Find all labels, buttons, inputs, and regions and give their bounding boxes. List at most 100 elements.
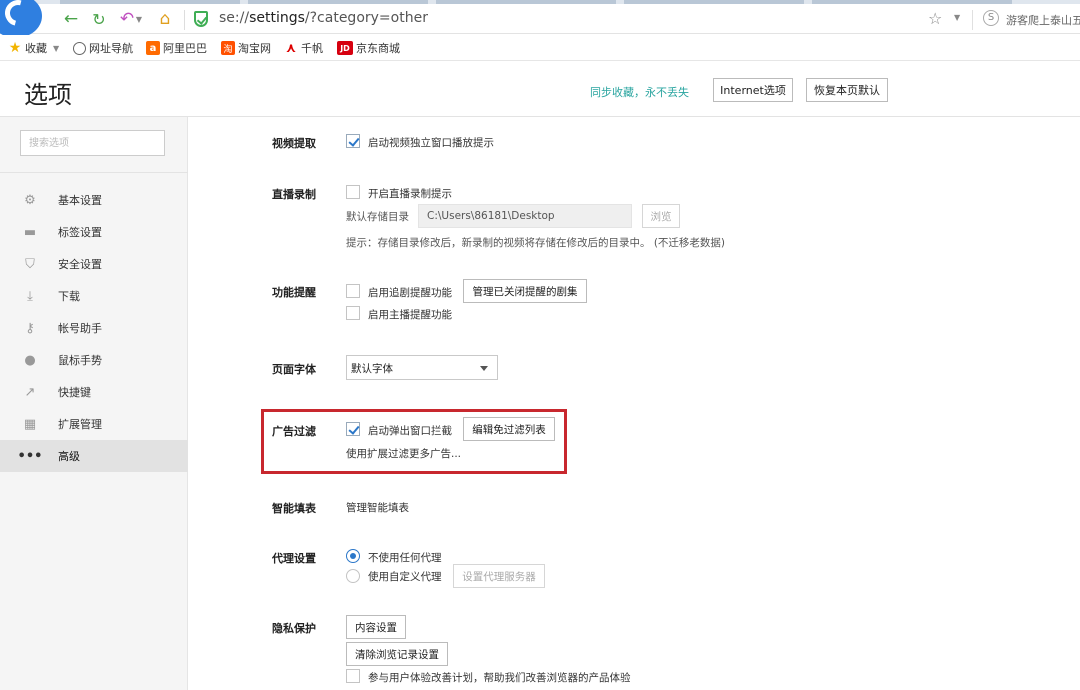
font-select-value: 默认字体 — [351, 363, 393, 375]
restore-defaults-button[interactable]: 恢复本页默认 — [806, 78, 888, 102]
sidebar-item-label: 基本设置 — [58, 194, 102, 207]
sidebar-item-label: 标签设置 — [58, 226, 102, 239]
extensions-icon: ▦ — [23, 416, 37, 432]
content-settings-button[interactable]: 内容设置 — [346, 615, 406, 639]
bookmark-item[interactable]: a 阿里巴巴 — [146, 40, 207, 56]
drama-reminder-label[interactable]: 启用追剧提醒功能 — [368, 285, 452, 300]
back-arrow-icon[interactable]: ← — [60, 8, 82, 30]
taobao-icon: 淘 — [221, 41, 235, 55]
bookmark-item[interactable]: ⋏ 千帆 — [284, 40, 323, 56]
chevron-down-icon — [480, 366, 488, 371]
browser-logo-icon[interactable] — [0, 0, 42, 38]
font-select[interactable]: 默认字体 — [346, 355, 498, 380]
divider — [184, 10, 185, 30]
address-bar[interactable]: se://settings/?category=other — [219, 10, 428, 26]
no-proxy-radio[interactable] — [346, 549, 360, 563]
sidebar-item-download[interactable]: ⤓ 下载 — [0, 280, 188, 312]
custom-proxy-radio[interactable] — [346, 569, 360, 583]
streamer-reminder-checkbox[interactable] — [346, 306, 360, 320]
sidebar-item-label: 鼠标手势 — [58, 354, 102, 367]
bookmark-label: 网址导航 — [89, 42, 133, 55]
sidebar-item-advanced[interactable]: ••• 高级 — [0, 440, 188, 472]
bookmark-label: 淘宝网 — [238, 42, 271, 55]
sidebar-item-label: 快捷键 — [58, 386, 91, 399]
no-proxy-label[interactable]: 不使用任何代理 — [368, 550, 442, 565]
browser-toolbar: ← ↻ ↶ ▼ ⌂ se://settings/?category=other … — [0, 0, 1080, 38]
ux-program-label[interactable]: 参与用户体验改善计划，帮助我们改善浏览器的产品体验 — [368, 670, 631, 685]
alibaba-icon: a — [146, 41, 160, 55]
bookmark-star-icon[interactable]: ☆ — [928, 9, 942, 28]
clear-history-settings-button[interactable]: 清除浏览记录设置 — [346, 642, 448, 666]
video-section-label: 视频提取 — [272, 137, 316, 150]
storage-dir-label: 默认存储目录 — [346, 211, 409, 223]
manage-autofill-link[interactable]: 管理智能填表 — [346, 500, 409, 515]
proxy-server-button[interactable]: 设置代理服务器 — [453, 564, 545, 588]
sidebar-item-gestures[interactable]: ● 鼠标手势 — [0, 344, 188, 376]
mouse-icon: ● — [24, 352, 36, 368]
globe-icon — [73, 41, 86, 55]
gear-icon: ⚙ — [24, 192, 36, 208]
sidebar-item-label: 高级 — [58, 450, 80, 463]
sidebar-item-extensions[interactable]: ▦ 扩展管理 — [0, 408, 188, 440]
sync-link[interactable]: 同步收藏，永不丢失 — [590, 84, 689, 100]
font-section-label: 页面字体 — [272, 363, 316, 376]
sidebar-item-tabs[interactable]: ▬ 标签设置 — [0, 216, 188, 248]
key-icon: ⚷ — [25, 320, 35, 336]
divider — [0, 172, 188, 173]
divider — [972, 10, 973, 30]
shield-icon: ⛉ — [25, 256, 35, 272]
sidebar-item-account[interactable]: ⚷ 帐号助手 — [0, 312, 188, 344]
storage-dir-field: C:\Users\86181\Desktop — [418, 204, 632, 228]
sidebar-item-label: 帐号助手 — [58, 322, 102, 335]
download-icon: ⤓ — [27, 288, 33, 304]
live-record-checkbox[interactable] — [346, 185, 360, 199]
bookmark-favorites[interactable]: ★ 收藏 ▼ — [8, 40, 59, 56]
shortcut-icon: ↗ — [24, 384, 36, 400]
ux-program-checkbox[interactable] — [346, 669, 360, 683]
bookmark-label: 京东商城 — [356, 42, 400, 55]
chevron-down-icon[interactable]: ▼ — [954, 13, 960, 22]
sidebar-item-label: 扩展管理 — [58, 418, 102, 431]
reload-icon[interactable]: ↻ — [88, 8, 110, 30]
bookmark-item[interactable]: JD 京东商城 — [337, 40, 400, 56]
bookmark-item[interactable]: 淘 淘宝网 — [221, 40, 271, 56]
chevron-down-icon[interactable]: ▼ — [133, 8, 145, 30]
secure-shield-icon[interactable] — [194, 11, 208, 27]
live-record-section-label: 直播录制 — [272, 188, 316, 201]
browse-button[interactable]: 浏览 — [642, 204, 680, 228]
sidebar-item-shortcuts[interactable]: ↗ 快捷键 — [0, 376, 188, 408]
tab-icon: ▬ — [23, 224, 37, 240]
bookmark-label: 阿里巴巴 — [163, 42, 207, 55]
search-engine-icon[interactable]: S — [983, 10, 999, 26]
video-popup-checkbox[interactable] — [346, 134, 360, 148]
video-popup-label[interactable]: 启动视频独立窗口播放提示 — [368, 135, 494, 150]
search-input[interactable] — [20, 130, 165, 156]
proxy-section-label: 代理设置 — [272, 552, 316, 565]
streamer-reminder-label[interactable]: 启用主播提醒功能 — [368, 307, 452, 322]
manage-closed-reminders-button[interactable]: 管理已关闭提醒的剧集 — [463, 279, 587, 303]
bookmarks-bar: ★ 收藏 ▼ 网址导航 a 阿里巴巴 淘 淘宝网 ⋏ 千帆 JD 京东商城 — [0, 35, 1080, 61]
highlight-annotation-box — [261, 409, 567, 474]
more-icon: ••• — [17, 448, 43, 464]
sidebar-item-label: 安全设置 — [58, 258, 102, 271]
autofill-section-label: 智能填表 — [272, 502, 316, 515]
url-path: /?category=other — [304, 10, 428, 26]
bookmark-label: 千帆 — [301, 42, 323, 55]
sidebar-item-basic[interactable]: ⚙ 基本设置 — [0, 184, 188, 216]
sidebar: ⚙ 基本设置 ▬ 标签设置 ⛉ 安全设置 ⤓ 下载 ⚷ 帐号助手 ● 鼠标手势 … — [0, 117, 188, 690]
bookmark-item[interactable]: 网址导航 — [73, 40, 133, 56]
page-title: 选项 — [24, 81, 72, 109]
reminder-section-label: 功能提醒 — [272, 286, 316, 299]
privacy-section-label: 隐私保护 — [272, 622, 316, 635]
internet-options-button[interactable]: Internet选项 — [713, 78, 793, 102]
star-icon: ★ — [8, 40, 22, 56]
custom-proxy-label[interactable]: 使用自定义代理 — [368, 569, 442, 584]
drama-reminder-checkbox[interactable] — [346, 284, 360, 298]
home-icon[interactable]: ⌂ — [154, 8, 176, 30]
qianfan-icon: ⋏ — [285, 40, 297, 56]
hot-search-text[interactable]: 游客爬上泰山五 — [1006, 12, 1080, 28]
url-host: settings — [249, 10, 305, 26]
sidebar-item-security[interactable]: ⛉ 安全设置 — [0, 248, 188, 280]
url-scheme: se:// — [219, 10, 250, 26]
live-record-label[interactable]: 开启直播录制提示 — [368, 186, 452, 201]
